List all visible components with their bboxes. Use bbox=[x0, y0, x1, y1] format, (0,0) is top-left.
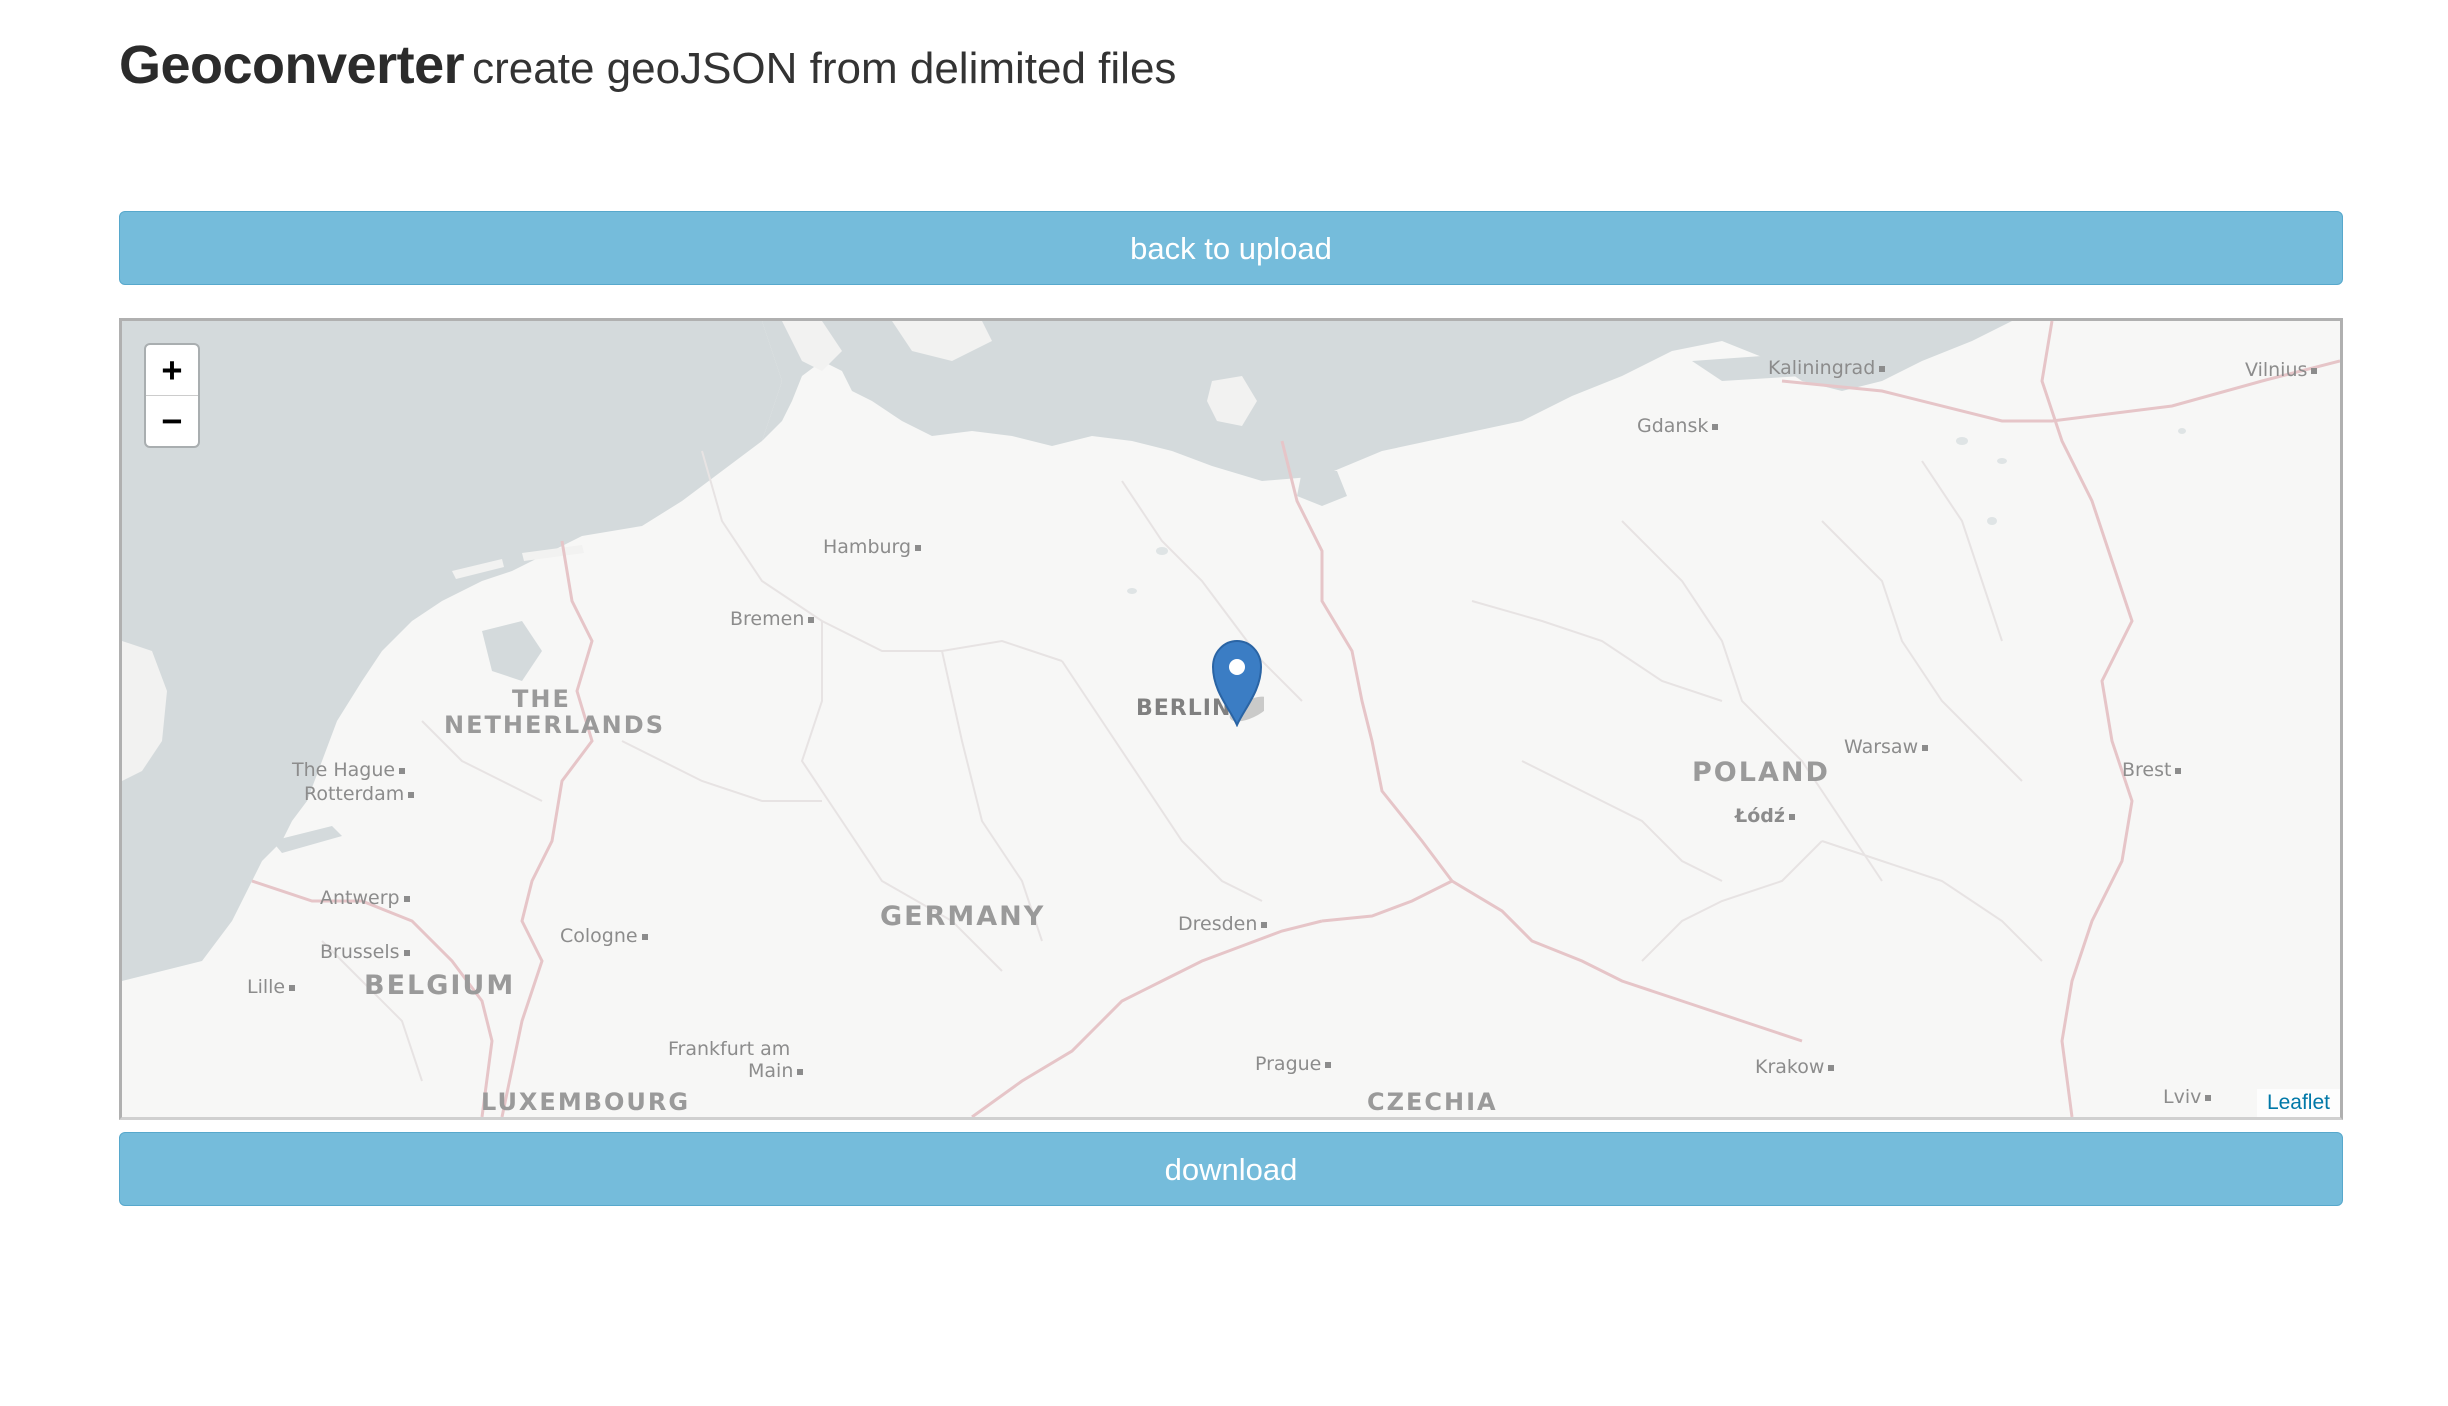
map-label-frankfurt-line1: Frankfurt am bbox=[668, 1038, 791, 1060]
map-label-frankfurt-line2: Main bbox=[748, 1062, 804, 1081]
back-to-upload-button[interactable]: back to upload bbox=[119, 211, 2343, 285]
map-label-kaliningrad: Kaliningrad bbox=[1768, 359, 1886, 378]
map-label-the-hague: The Hague bbox=[292, 761, 406, 780]
map-label-gdansk: Gdansk bbox=[1637, 417, 1719, 436]
map-label-czechia: CZECHIA bbox=[1367, 1088, 1498, 1116]
map-marker-icon[interactable] bbox=[1210, 639, 1264, 727]
map-label-luxembourg: LUXEMBOURG bbox=[481, 1088, 691, 1116]
map-label-dresden: Dresden bbox=[1178, 915, 1268, 934]
map-label-lodz: Łódź bbox=[1735, 807, 1795, 826]
map-label-bremen: Bremen bbox=[730, 610, 815, 629]
map-label-belgium: BELGIUM bbox=[364, 970, 516, 1001]
map-label-warsaw: Warsaw bbox=[1844, 738, 1929, 757]
map-label-netherlands: NETHERLANDS bbox=[444, 711, 665, 739]
map-attribution: Leaflet bbox=[2256, 1089, 2340, 1117]
zoom-in-button[interactable]: + bbox=[146, 345, 198, 395]
map-label-vilnius: Vilnius bbox=[2245, 361, 2318, 380]
map-label-brussels: Brussels bbox=[320, 943, 410, 962]
map-label-the: THE bbox=[512, 685, 571, 713]
download-button[interactable]: download bbox=[119, 1132, 2343, 1206]
map-label-cologne: Cologne bbox=[560, 927, 648, 946]
leaflet-link[interactable]: Leaflet bbox=[2267, 1091, 2330, 1114]
map-label-hamburg: Hamburg bbox=[823, 538, 922, 557]
map-label-rotterdam: Rotterdam bbox=[304, 785, 415, 804]
zoom-control: + − bbox=[144, 343, 200, 448]
map-view[interactable]: + − Kaliningrad Vilnius Gdansk Hamburg B… bbox=[119, 318, 2343, 1120]
page-header: Geoconverter create geoJSON from delimite… bbox=[119, 34, 1176, 96]
app-subtitle: create geoJSON from delimited files bbox=[472, 44, 1177, 93]
app-title: Geoconverter bbox=[119, 35, 465, 95]
zoom-out-button[interactable]: − bbox=[146, 395, 198, 446]
map-label-germany: GERMANY bbox=[880, 901, 1046, 932]
map-label-prague: Prague bbox=[1255, 1055, 1332, 1074]
map-label-antwerp: Antwerp bbox=[320, 889, 410, 908]
map-label-lviv: Lviv bbox=[2163, 1088, 2212, 1107]
map-label-lille: Lille bbox=[247, 978, 296, 997]
map-label-krakow: Krakow bbox=[1755, 1058, 1835, 1077]
map-label-brest: Brest bbox=[2122, 761, 2182, 780]
map-label-poland: POLAND bbox=[1692, 757, 1830, 788]
